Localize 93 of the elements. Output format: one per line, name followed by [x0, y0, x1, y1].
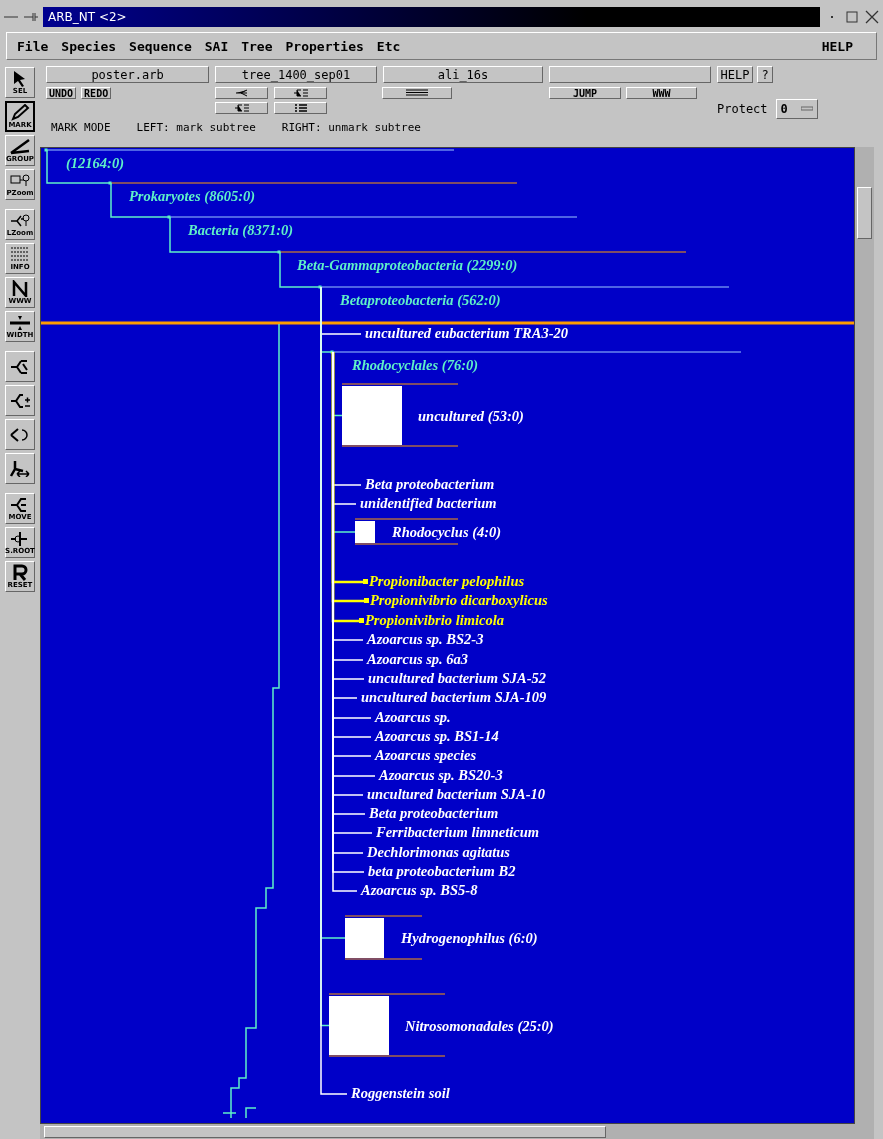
- menu-item[interactable]: SAI: [204, 36, 229, 56]
- taxon-label[interactable]: Azoarcus sp. 6a3: [367, 651, 469, 668]
- pzoom-tool-icon: [9, 172, 31, 189]
- taxon-label[interactable]: beta proteobacterium B2: [368, 863, 516, 880]
- mark-marker: [359, 618, 364, 623]
- node-marker: [108, 181, 112, 185]
- group-label[interactable]: Rhodocyclus (4:0): [392, 524, 502, 541]
- taxon-label[interactable]: Propionibacter pelophilus: [369, 573, 525, 590]
- group-label[interactable]: Bacteria (8371:0): [188, 222, 294, 239]
- taxon-label[interactable]: uncultured bacterium SJA-109: [361, 689, 547, 706]
- taxon-label[interactable]: Azoarcus sp.: [375, 709, 451, 726]
- group-label[interactable]: Beta-Gammaproteobacteria (2299:0): [297, 257, 518, 274]
- menu-item[interactable]: Properties: [285, 36, 364, 56]
- menu-item[interactable]: Species: [61, 36, 117, 56]
- search-field[interactable]: [549, 66, 711, 83]
- group-tool-icon: [9, 138, 31, 155]
- left-click-hint: LEFT: mark subtree: [136, 121, 256, 134]
- vertical-scrollbar[interactable]: [855, 147, 874, 1124]
- lines-icon: [405, 89, 429, 97]
- taxon-label[interactable]: Beta proteobacterium: [369, 805, 499, 822]
- swap-tool-icon: [9, 358, 31, 375]
- menu-item[interactable]: File: [17, 36, 49, 56]
- mark-marker: [363, 579, 368, 584]
- node-marker: [318, 285, 322, 289]
- mode-text: MARK MODE: [51, 121, 111, 134]
- close-icon[interactable]: [864, 10, 880, 24]
- window-title: ARB_NT <2>: [43, 7, 820, 27]
- protect-label: Protect: [717, 102, 768, 116]
- question-button[interactable]: ?: [757, 66, 773, 83]
- radial-tree-button[interactable]: [215, 87, 268, 99]
- taxon-label[interactable]: Roggenstein soil: [351, 1085, 450, 1102]
- node-marker: [330, 350, 334, 354]
- menu-item[interactable]: Tree: [241, 36, 273, 56]
- list-tree-icon: [292, 89, 309, 97]
- list-tree-icon: [233, 104, 250, 112]
- tree-field[interactable]: tree_1400_sep01: [215, 66, 377, 83]
- taxon-label[interactable]: unidentified bacterium: [360, 495, 497, 512]
- group-label[interactable]: Betaproteobacteria (562:0): [340, 292, 501, 309]
- group-label[interactable]: uncultured (53:0): [418, 407, 524, 425]
- protect-dropdown[interactable]: 0: [775, 99, 818, 119]
- irs-tree-button[interactable]: [215, 102, 268, 114]
- mark-marker: [364, 598, 369, 603]
- rotate-tool-button[interactable]: [5, 419, 35, 450]
- taxon-label[interactable]: Dechlorimonas agitatus: [367, 844, 510, 861]
- help-button[interactable]: HELP: [717, 66, 753, 83]
- taxon-label[interactable]: Ferribacterium limneticum: [376, 824, 540, 841]
- lzoom-tool-icon: [9, 212, 31, 229]
- group-label[interactable]: Prokaryotes (8605:0): [129, 188, 256, 205]
- www-button[interactable]: WWW: [626, 87, 697, 99]
- group-label[interactable]: Hydrogenophilus (6:0): [401, 930, 538, 947]
- database-field[interactable]: poster.arb: [46, 66, 209, 83]
- flip-tool-button[interactable]: [5, 453, 35, 484]
- alignment-field[interactable]: ali_16s: [383, 66, 543, 83]
- help-menu[interactable]: HELP: [821, 36, 853, 56]
- taxon-label[interactable]: uncultured eubacterium TRA3-20: [365, 325, 569, 342]
- node-marker: [167, 215, 171, 219]
- length-tool-icon: [9, 392, 31, 409]
- radial-tree-icon: [234, 89, 249, 97]
- group-label[interactable]: Rhodocyclales (76:0): [352, 357, 479, 374]
- taxon-label[interactable]: Beta proteobacterium: [365, 476, 495, 493]
- group-label[interactable]: Nitrosomonadales (25:0): [405, 1017, 554, 1035]
- width-tool-icon: [9, 314, 31, 331]
- grid-icon: [293, 104, 308, 112]
- node-marker: [277, 250, 281, 254]
- horizontal-scrollbar[interactable]: [40, 1124, 874, 1139]
- taxon-label[interactable]: Azoarcus species: [375, 747, 477, 764]
- flip-tool-icon: [9, 460, 31, 477]
- taxon-label[interactable]: Azoarcus sp. BS1-14: [375, 728, 499, 745]
- group-label[interactable]: (12164:0): [66, 155, 124, 172]
- redo-button[interactable]: REDO: [81, 87, 112, 99]
- alignment-view-button[interactable]: [382, 87, 452, 99]
- menu-item[interactable]: Sequence: [129, 36, 192, 56]
- info-tool-icon: [9, 246, 31, 263]
- taxon-label[interactable]: uncultured bacterium SJA-10: [367, 786, 546, 803]
- rotate-tool-icon: [9, 426, 31, 443]
- right-click-hint: RIGHT: unmark subtree: [281, 121, 421, 134]
- taxon-label[interactable]: Azoarcus sp. BS20-3: [379, 767, 503, 784]
- length-tool-button[interactable]: [5, 385, 35, 416]
- taxon-label[interactable]: Propionivibrio dicarboxylicus: [370, 592, 548, 609]
- undo-button[interactable]: UNDO: [46, 87, 77, 99]
- list-tree-button[interactable]: [274, 87, 327, 99]
- node-marker: [44, 148, 48, 152]
- taxon-label[interactable]: Azoarcus sp. BS2-3: [367, 631, 484, 648]
- taxon-label[interactable]: Azoarcus sp. BS5-8: [361, 882, 478, 899]
- mark-tool-icon: [9, 104, 31, 121]
- swap-tool-button[interactable]: [5, 351, 35, 382]
- jump-button[interactable]: JUMP: [549, 87, 621, 99]
- taxon-label[interactable]: Propionivibrio limicola: [365, 612, 504, 629]
- taxon-label[interactable]: uncultured bacterium SJA-52: [368, 670, 547, 687]
- grid-view-button[interactable]: [274, 102, 327, 114]
- tree-canvas[interactable]: [40, 147, 855, 1124]
- menu-item[interactable]: Etc: [376, 36, 401, 56]
- dropdown-icon: [800, 106, 813, 112]
